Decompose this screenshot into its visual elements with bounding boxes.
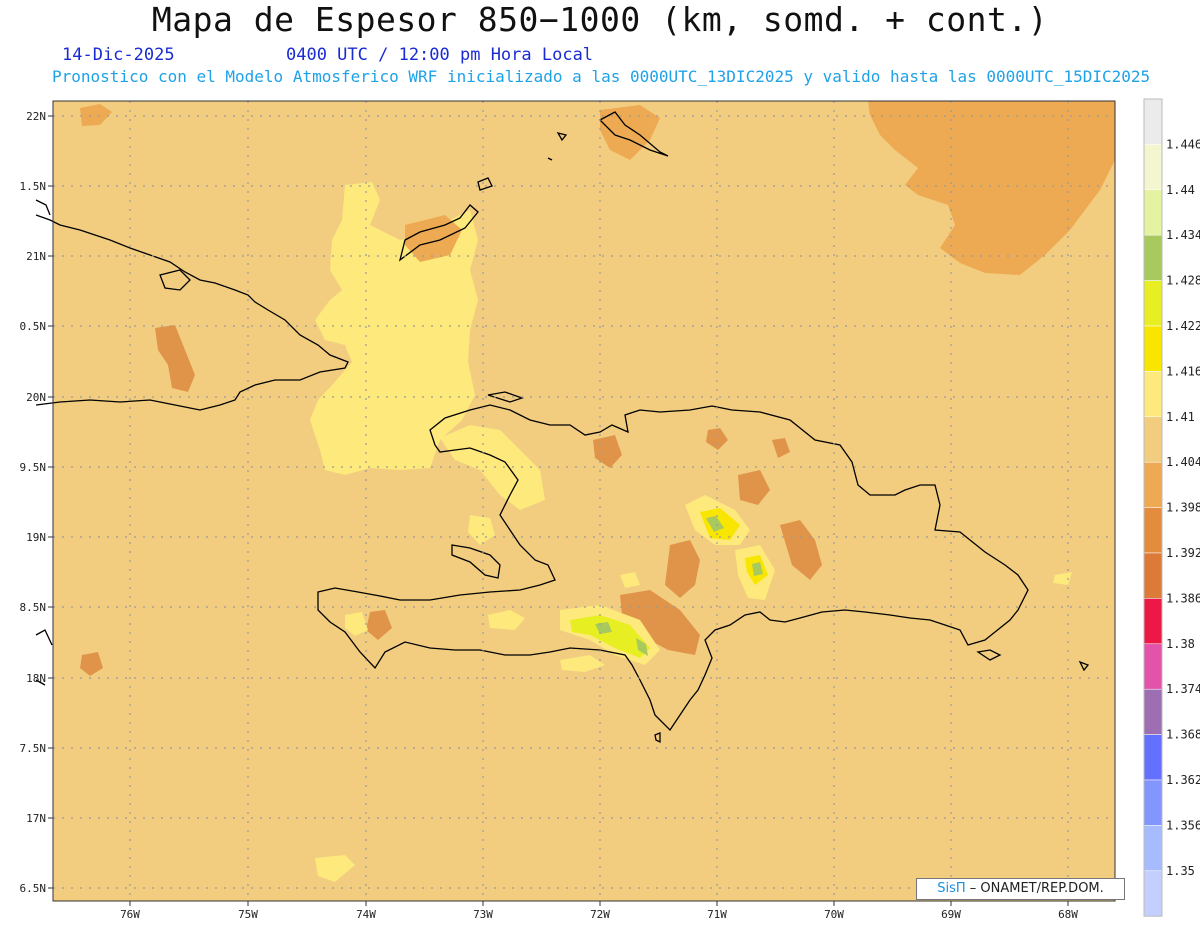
lon-label: 73W: [473, 908, 493, 921]
legend-swatch: [1143, 144, 1163, 191]
lon-label: 69W: [941, 908, 961, 921]
legend-swatch: [1143, 280, 1163, 327]
legend-level-label: 1.422: [1166, 319, 1200, 333]
legend-level-label: 1.41: [1166, 410, 1195, 424]
lon-label: 71W: [707, 908, 727, 921]
legend-level-label: 1.386: [1166, 591, 1200, 605]
lon-label: 75W: [238, 908, 258, 921]
legend-swatch: [1143, 643, 1163, 690]
legend-swatch: [1143, 98, 1163, 145]
legend-swatch: [1143, 416, 1163, 463]
lon-label: 74W: [356, 908, 376, 921]
legend-swatch: [1143, 371, 1163, 418]
lon-label: 70W: [824, 908, 844, 921]
legend-swatch: [1143, 552, 1163, 599]
legend-swatch: [1143, 461, 1163, 508]
lat-label: 20N: [26, 391, 46, 404]
legend-swatch: [1143, 734, 1163, 781]
lat-label: 21N: [26, 250, 46, 263]
credit-box: SisΠ – ONAMET/REP.DOM.: [916, 878, 1125, 900]
lat-label: 18N: [26, 672, 46, 685]
legend-level-label: 1.398: [1166, 501, 1200, 515]
legend-level-label: 1.368: [1166, 728, 1200, 742]
lat-label: 7.5N: [20, 742, 47, 755]
lat-label: 22N: [26, 110, 46, 123]
lon-label: 76W: [120, 908, 140, 921]
lat-label: 0.5N: [20, 320, 47, 333]
legend-level-label: 1.446: [1166, 137, 1200, 151]
longitude-labels: 76W 75W 74W 73W 72W 71W 70W 69W 68W: [120, 908, 1078, 921]
legend-level-label: 1.374: [1166, 682, 1200, 696]
lon-label: 72W: [590, 908, 610, 921]
thickness-map: 22N 1.5N 21N 0.5N 20N 9.5N 19N 8.5N 18N …: [20, 98, 1200, 921]
legend-swatch: [1143, 779, 1163, 826]
legend-level-label: 1.44: [1166, 183, 1195, 197]
legend-swatch: [1143, 189, 1163, 236]
legend-level-label: 1.35: [1166, 864, 1195, 878]
lat-label: 19N: [26, 531, 46, 544]
color-legend: [1143, 98, 1163, 917]
legend-level-label: 1.434: [1166, 228, 1200, 242]
legend-level-label: 1.356: [1166, 818, 1200, 832]
legend-swatch: [1143, 870, 1163, 917]
lat-label: 8.5N: [20, 601, 47, 614]
legend-labels: 1.446 1.44 1.434 1.428 1.422 1.416 1.41 1.404 1.…: [1166, 137, 1200, 877]
brand-logo: SisΠ: [937, 881, 966, 896]
legend-swatch: [1143, 234, 1163, 281]
legend-swatch: [1143, 825, 1163, 872]
legend-level-label: 1.392: [1166, 546, 1200, 560]
legend-level-label: 1.404: [1166, 455, 1200, 469]
lat-label: 17N: [26, 812, 46, 825]
lat-label: 6.5N: [20, 882, 47, 895]
lon-label: 68W: [1058, 908, 1078, 921]
legend-swatch: [1143, 688, 1163, 735]
legend-level-label: 1.362: [1166, 773, 1200, 787]
latitude-labels: 22N 1.5N 21N 0.5N 20N 9.5N 19N 8.5N 18N …: [20, 110, 47, 895]
legend-swatch: [1143, 598, 1163, 645]
legend-level-label: 1.38: [1166, 637, 1195, 651]
lat-label: 9.5N: [20, 461, 47, 474]
legend-swatch: [1143, 325, 1163, 372]
lat-label: 1.5N: [20, 180, 47, 193]
legend-level-label: 1.416: [1166, 364, 1200, 378]
legend-swatch: [1143, 507, 1163, 554]
legend-level-label: 1.428: [1166, 274, 1200, 288]
credit-text: – ONAMET/REP.DOM.: [965, 881, 1104, 896]
